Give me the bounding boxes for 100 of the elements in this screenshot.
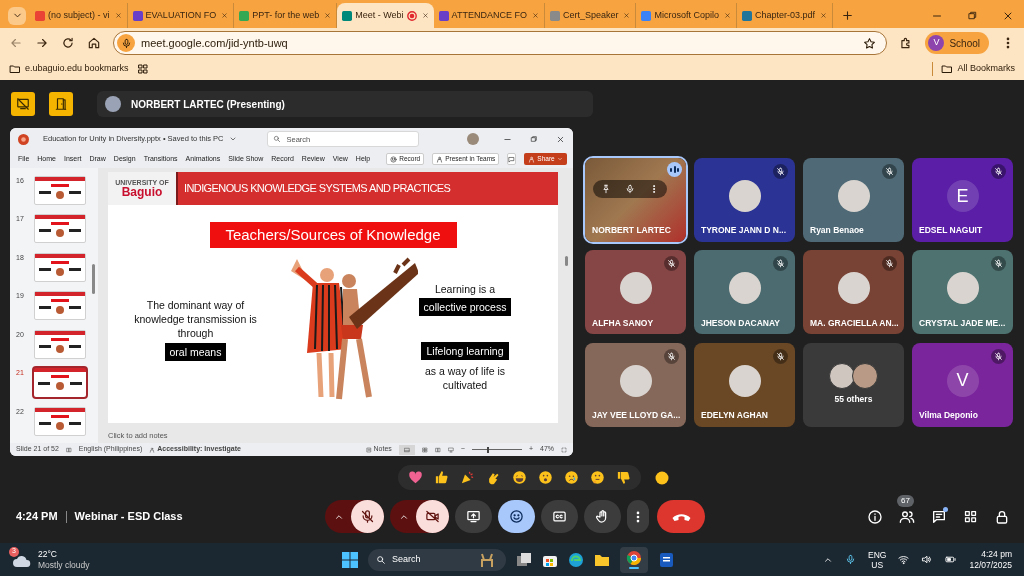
close-icon[interactable]	[556, 134, 565, 144]
reload-icon[interactable]	[61, 36, 75, 50]
participant-tile[interactable]: ALFHA SANOY	[585, 250, 686, 335]
highlighted-text: collective process	[418, 298, 512, 316]
participant-tile[interactable]: CRYSTAL JADE ME...	[912, 250, 1013, 335]
participant-name: EDELYN AGHAN	[701, 408, 768, 422]
host-controls-icon[interactable]	[994, 508, 1010, 525]
thumbs-down-icon[interactable]	[616, 470, 631, 485]
camera-button[interactable]	[416, 500, 449, 533]
chat-icon[interactable]	[931, 508, 947, 525]
clock[interactable]: 4:24 pm 12/07/2025	[969, 548, 1012, 571]
leave-call-button[interactable]	[657, 500, 705, 533]
caret-icon[interactable]	[229, 135, 238, 143]
leave-room-button[interactable]	[49, 92, 73, 116]
normal-view-icon	[403, 446, 410, 453]
slide-thumbnail[interactable]	[34, 291, 86, 321]
home-icon[interactable]	[87, 36, 101, 50]
meeting-time: 4:24 PM	[16, 509, 58, 525]
close-icon[interactable]	[421, 12, 429, 19]
slide-text: as a way of life is cultivated	[424, 364, 506, 392]
profile-button[interactable]: V School	[925, 32, 989, 54]
participant-tile[interactable]: E EDSEL NAGUIT	[912, 158, 1013, 242]
meeting-title: Webinar - ESD Class	[74, 509, 183, 525]
participant-tile[interactable]: 55 others	[803, 342, 904, 427]
star-icon[interactable]	[863, 36, 877, 50]
screen-share-off-button[interactable]	[11, 92, 35, 116]
comment-icon	[508, 155, 516, 163]
more-options-button[interactable]	[627, 500, 649, 533]
present-button[interactable]	[455, 500, 492, 533]
wifi-icon[interactable]	[898, 554, 910, 565]
slide-text: Learning is a	[434, 282, 496, 296]
mic-icon[interactable]	[117, 34, 135, 52]
back-icon[interactable]	[9, 36, 23, 50]
party-popper-icon[interactable]	[460, 470, 475, 485]
participant-tile[interactable]: V Vilma Deponio	[912, 342, 1013, 427]
restore-icon[interactable]	[530, 135, 538, 143]
slide-thumbnail[interactable]	[34, 406, 86, 436]
participant-tile[interactable]: Ryan Benaoe	[803, 158, 904, 242]
temperature: 22°C	[38, 548, 58, 560]
participant-tile[interactable]: MA. GRACIELLA AN...	[803, 250, 904, 335]
forward-icon[interactable]	[35, 36, 49, 50]
browser-tab[interactable]: Meet - Webi	[337, 3, 434, 28]
slide-text: The dominant way of knowledge transmission is through	[133, 298, 258, 340]
heart-icon[interactable]	[408, 470, 423, 485]
browser-taskbar-button[interactable]	[620, 546, 648, 573]
participant-tile[interactable]: TYRONE JANN D N...	[694, 158, 795, 242]
slide-thumbnail[interactable]	[34, 329, 86, 359]
slide-thumbnail[interactable]	[34, 252, 86, 282]
volume-icon[interactable]	[921, 554, 933, 565]
participant-tile[interactable]: EDELYN AGHAN	[694, 342, 795, 427]
crying-face-icon[interactable]	[564, 470, 579, 485]
address-bar[interactable]: meet.google.com/jid-yntb-uwq	[113, 31, 888, 55]
zoom-slider[interactable]	[471, 446, 522, 453]
captions-button[interactable]	[541, 500, 578, 533]
microphone-icon[interactable]	[845, 554, 857, 565]
mic-off-icon	[360, 509, 375, 524]
slide-thumbnail[interactable]	[34, 176, 86, 205]
book-icon[interactable]	[65, 446, 72, 453]
word-icon[interactable]	[658, 551, 674, 568]
thinking-face-icon[interactable]	[590, 470, 605, 485]
thumbs-up-icon[interactable]	[434, 470, 449, 485]
mic-icon[interactable]	[625, 184, 635, 194]
skin-tone-icon[interactable]	[655, 470, 669, 485]
start-icon[interactable]	[342, 551, 358, 568]
all-bookmarks-button[interactable]: All Bookmarks	[941, 62, 1015, 76]
microphone-button[interactable]	[351, 500, 384, 533]
comments-button[interactable]	[507, 153, 517, 165]
restore-icon[interactable]	[967, 10, 978, 21]
presenter-name: NORBERT LARTEC (Presenting)	[131, 97, 285, 112]
taskbar-search[interactable]: Search	[368, 548, 506, 571]
reading-view-icon[interactable]	[434, 446, 441, 453]
zoom-slider-thumb[interactable]	[486, 446, 489, 453]
reactions-button[interactable]	[498, 500, 535, 533]
apps-icon[interactable]	[963, 509, 978, 524]
normal-view-button[interactable]	[398, 444, 415, 455]
new-tab-icon[interactable]	[841, 9, 855, 22]
others-count: 55 others	[834, 393, 873, 407]
raise-hand-button[interactable]	[584, 500, 621, 533]
input-language[interactable]: ENG US	[868, 549, 887, 570]
participant-tile[interactable]: JAY VEE LLOYD GA...	[585, 342, 686, 427]
task-view-icon[interactable]	[516, 551, 532, 568]
bookmark-folder[interactable]: e.ubaguio.edu bookmarks	[9, 62, 129, 76]
slide-sorter-icon[interactable]	[421, 446, 428, 453]
apps-icon[interactable]	[136, 63, 149, 75]
folder-icon	[941, 63, 954, 75]
pin-icon[interactable]	[601, 184, 611, 194]
participant-tile[interactable]: NORBERT LARTEC	[585, 158, 686, 242]
profile-avatar: V	[928, 35, 945, 51]
letter-avatar: V	[946, 364, 979, 397]
smiley-icon	[509, 509, 524, 524]
participant-tile[interactable]: JHESON DACANAY	[694, 250, 795, 335]
account-avatar[interactable]	[467, 133, 479, 145]
slide-thumbnail[interactable]	[34, 368, 86, 398]
surprised-face-icon[interactable]	[538, 470, 553, 485]
laughing-face-icon[interactable]	[512, 470, 527, 485]
info-icon[interactable]	[867, 508, 883, 525]
slide-thumbnail[interactable]	[34, 214, 86, 244]
people-icon[interactable]	[899, 508, 915, 525]
battery-icon[interactable]	[944, 554, 958, 565]
search-icon	[273, 135, 282, 143]
